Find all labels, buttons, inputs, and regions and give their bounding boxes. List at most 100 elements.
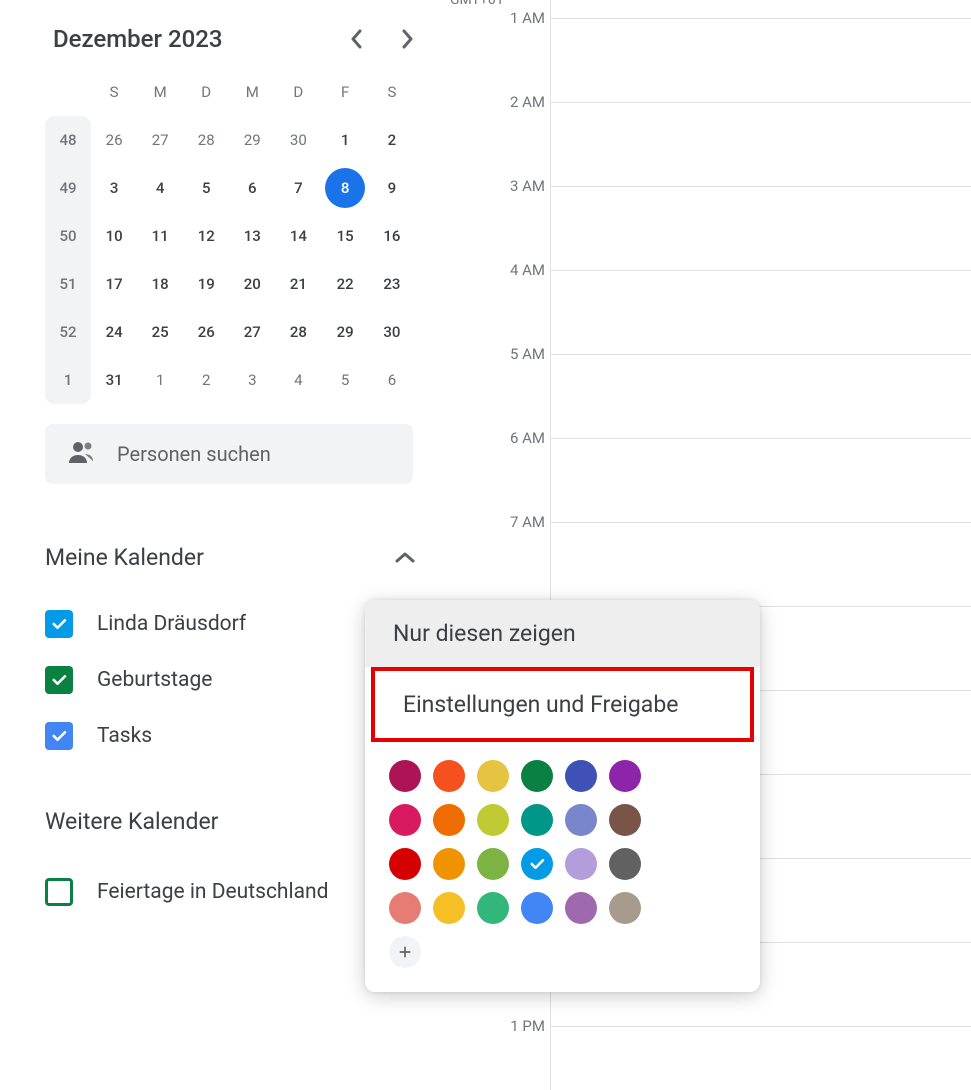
color-swatch[interactable] [477,892,509,924]
color-swatch[interactable] [521,760,553,792]
color-picker [365,742,760,992]
calendar-day[interactable]: 6 [229,164,275,212]
color-swatch[interactable] [433,848,465,880]
calendar-checkbox[interactable] [45,666,73,694]
calendar-checkbox[interactable] [45,722,73,750]
calendar-day[interactable]: 27 [229,308,275,356]
color-swatch[interactable] [521,892,553,924]
calendar-day[interactable]: 22 [321,260,369,308]
calendar-day[interactable]: 31 [91,356,137,404]
hour-label: 1 AM [485,9,545,27]
chevron-up-icon [395,548,415,567]
color-swatch[interactable] [477,804,509,836]
calendar-label: Geburtstage [97,668,212,692]
calendar-day[interactable]: 3 [91,164,137,212]
calendar-label: Feiertage in Deutschland [97,880,328,904]
calendar-day[interactable]: 2 [369,116,415,164]
calendar-day[interactable]: 28 [183,116,229,164]
calendar-day[interactable]: 28 [275,308,321,356]
calendar-day[interactable]: 27 [137,116,183,164]
color-swatch[interactable] [565,804,597,836]
calendar-day[interactable]: 1 [321,116,369,164]
my-calendars-header[interactable]: Meine Kalender [45,544,430,571]
hour-line [550,1026,971,1027]
color-swatch[interactable] [477,848,509,880]
next-month-button[interactable] [396,27,420,51]
calendar-day[interactable]: 4 [137,164,183,212]
calendar-day[interactable]: 14 [275,212,321,260]
calendar-day[interactable]: 11 [137,212,183,260]
calendar-day[interactable]: 25 [137,308,183,356]
my-calendars-title: Meine Kalender [45,544,204,571]
calendar-day[interactable]: 29 [321,308,369,356]
calendar-day[interactable]: 30 [369,308,415,356]
calendar-day[interactable]: 15 [321,212,369,260]
calendar-day[interactable]: 26 [91,116,137,164]
calendar-context-menu: Nur diesen zeigen Einstellungen und Frei… [365,600,760,992]
calendar-day[interactable]: 4 [275,356,321,404]
color-swatch[interactable] [565,892,597,924]
calendar-day[interactable]: 7 [275,164,321,212]
hour-label: 7 AM [485,513,545,531]
calendar-day[interactable]: 10 [91,212,137,260]
calendar-day[interactable]: 5 [321,356,369,404]
calendar-day[interactable]: 3 [229,356,275,404]
calendar-day[interactable]: 6 [369,356,415,404]
week-number: 1 [45,356,91,404]
calendar-day[interactable]: 20 [229,260,275,308]
menu-settings-sharing[interactable]: Einstellungen und Freigabe [375,671,750,738]
color-swatch[interactable] [389,760,421,792]
calendar-day[interactable]: 24 [91,308,137,356]
mini-calendar[interactable]: SMDMDFS 48262728293012493456789501011121… [45,68,415,404]
color-swatch[interactable] [433,760,465,792]
hour-line [550,354,971,355]
color-swatch[interactable] [609,804,641,836]
calendar-day[interactable]: 12 [183,212,229,260]
color-swatch[interactable] [565,848,597,880]
calendar-day[interactable]: 23 [369,260,415,308]
calendar-day[interactable]: 2 [183,356,229,404]
calendar-checkbox[interactable] [45,878,73,906]
color-swatch[interactable] [609,892,641,924]
color-swatch[interactable] [565,760,597,792]
calendar-day[interactable]: 1 [137,356,183,404]
calendar-label: Tasks [97,724,152,748]
calendar-day[interactable]: 26 [183,308,229,356]
hour-label: 5 AM [485,345,545,363]
color-swatch[interactable] [389,804,421,836]
calendar-day[interactable]: 5 [183,164,229,212]
timezone-label: GMT+01 [450,0,504,8]
color-swatch[interactable] [609,760,641,792]
calendar-day[interactable]: 29 [229,116,275,164]
hour-line [550,438,971,439]
week-number: 52 [45,308,91,356]
calendar-day[interactable]: 21 [275,260,321,308]
add-custom-color[interactable] [389,936,421,968]
color-swatch[interactable] [521,848,553,880]
hour-label: 3 AM [485,177,545,195]
other-calendars-title: Weitere Kalender [45,808,218,835]
calendar-day[interactable]: 30 [275,116,321,164]
people-icon [67,441,97,467]
calendar-day[interactable]: 18 [137,260,183,308]
color-swatch[interactable] [609,848,641,880]
color-swatch[interactable] [433,892,465,924]
calendar-day[interactable]: 16 [369,212,415,260]
color-swatch[interactable] [521,804,553,836]
calendar-day[interactable]: 9 [369,164,415,212]
color-swatch[interactable] [433,804,465,836]
calendar-label: Linda Dräusdorf [97,612,246,636]
color-swatch[interactable] [477,760,509,792]
calendar-checkbox[interactable] [45,610,73,638]
calendar-day[interactable]: 17 [91,260,137,308]
color-swatch[interactable] [389,848,421,880]
calendar-day[interactable]: 8 [321,164,369,212]
menu-show-only-this[interactable]: Nur diesen zeigen [365,600,760,667]
color-swatch[interactable] [389,892,421,924]
hour-label: 2 AM [485,93,545,111]
people-search[interactable]: Personen suchen [45,424,413,484]
prev-month-button[interactable] [344,27,368,51]
calendar-day[interactable]: 13 [229,212,275,260]
calendar-day[interactable]: 19 [183,260,229,308]
dow-label: D [183,68,229,116]
